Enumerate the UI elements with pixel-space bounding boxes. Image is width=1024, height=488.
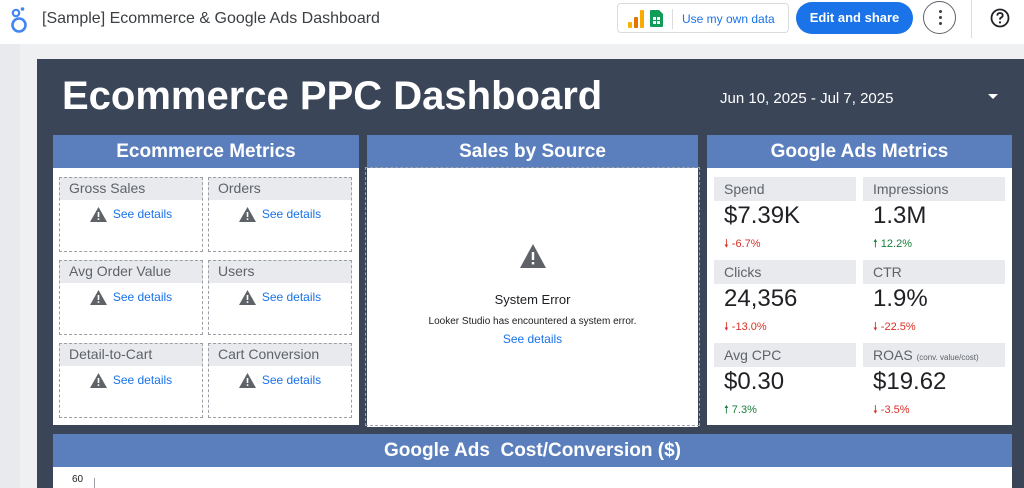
arrow-up-icon: 🠕 — [724, 404, 729, 416]
more-vert-icon — [939, 16, 942, 19]
looker-studio-logo-icon[interactable] — [8, 6, 30, 34]
scorecard-delta: 🠗 -3.5% — [873, 404, 910, 416]
warning-icon — [89, 207, 107, 223]
scorecard-label: CTR — [863, 260, 1005, 284]
sales-by-source-title: Sales by Source — [367, 135, 698, 168]
warning-icon — [238, 290, 256, 306]
see-details-link[interactable]: See details — [113, 207, 172, 221]
see-details-link[interactable]: See details — [262, 373, 321, 387]
use-own-data-label[interactable]: Use my own data — [682, 12, 775, 26]
detail-to-cart-scorecard[interactable]: Detail-to-Cart See details — [59, 343, 203, 418]
see-details-link[interactable]: See details — [262, 207, 321, 221]
warning-icon — [238, 373, 256, 389]
error-message: Looker Studio has encountered a system e… — [428, 316, 637, 327]
cost-per-conversion-panel: Google Ads Cost/Conversion ($) — [53, 434, 1012, 488]
warning-icon — [89, 290, 107, 306]
ecommerce-metrics-title: Ecommerce Metrics — [53, 135, 359, 168]
users-scorecard[interactable]: Users See details — [208, 260, 352, 335]
more-vert-icon — [939, 10, 942, 13]
header-divider — [971, 0, 972, 38]
see-details-link[interactable]: See details — [113, 373, 172, 387]
gross-sales-scorecard[interactable]: Gross Sales See details — [59, 177, 203, 252]
scorecard-value: $19.62 — [873, 368, 947, 395]
cart-conversion-scorecard[interactable]: Cart Conversion See details — [208, 343, 352, 418]
roas-note: (conv. value/cost) — [916, 353, 979, 362]
scorecard-value: 1.9% — [873, 285, 928, 312]
use-own-data-button[interactable]: Use my own data — [617, 3, 789, 33]
bar-chart-icon — [628, 10, 644, 28]
warning-icon — [89, 373, 107, 389]
warning-icon — [520, 244, 546, 268]
error-title: System Error — [494, 292, 571, 307]
avg-order-value-scorecard[interactable]: Avg Order Value See details — [59, 260, 203, 335]
scorecard-label: ROAS (conv. value/cost) — [863, 343, 1005, 367]
google-ads-metrics-title: Google Ads Metrics — [707, 135, 1012, 168]
scorecard-label: Spend — [714, 177, 856, 201]
scorecard-value: 1.3M — [873, 202, 927, 229]
see-details-link[interactable]: See details — [113, 290, 172, 304]
scorecard-label: Clicks — [714, 260, 856, 284]
page-title: Ecommerce PPC Dashboard — [62, 74, 603, 118]
y-axis-line — [94, 478, 95, 488]
scorecard-delta: 🠕 12.2% — [873, 238, 912, 250]
arrow-up-icon: 🠕 — [873, 238, 878, 250]
date-range-control[interactable]: Jun 10, 2025 - Jul 7, 2025 — [720, 90, 893, 107]
scorecard-delta: 🠕 7.3% — [724, 404, 757, 416]
left-rail — [0, 44, 20, 488]
scorecard-label: Avg CPC — [714, 343, 856, 367]
roas-label: ROAS — [873, 347, 913, 363]
arrow-down-icon: 🠗 — [724, 321, 729, 333]
scorecard-value: 24,356 — [724, 285, 798, 312]
scorecard-delta: 🠗 -22.5% — [873, 321, 916, 333]
y-axis-tick-label: 60 — [72, 474, 84, 485]
report-name[interactable]: [Sample] Ecommerce & Google Ads Dashboar… — [42, 10, 380, 28]
see-details-link[interactable]: See details — [367, 332, 698, 346]
scorecard-value: $7.39K — [724, 202, 801, 229]
arrow-down-icon: 🠗 — [873, 404, 878, 416]
see-details-link[interactable]: See details — [262, 290, 321, 304]
scorecard-label: Impressions — [863, 177, 1005, 201]
cost-per-conversion-title: Google Ads Cost/Conversion ($) — [53, 434, 1012, 467]
orders-scorecard[interactable]: Orders See details — [208, 177, 352, 252]
app-header: [Sample] Ecommerce & Google Ads Dashboar… — [0, 0, 1024, 44]
more-options-button[interactable] — [923, 1, 956, 34]
more-vert-icon — [939, 22, 942, 25]
chip-divider — [672, 9, 673, 29]
arrow-down-icon: 🠗 — [724, 238, 729, 250]
warning-icon — [238, 207, 256, 223]
help-icon[interactable] — [990, 8, 1010, 28]
edit-and-share-button[interactable]: Edit and share — [796, 2, 913, 34]
chevron-down-icon[interactable] — [988, 94, 998, 99]
scorecard-delta: 🠗 -6.7% — [724, 238, 761, 250]
scorecard-value: $0.30 — [724, 368, 785, 395]
arrow-down-icon: 🠗 — [873, 321, 878, 333]
scorecard-delta: 🠗 -13.0% — [724, 321, 767, 333]
sheets-icon — [650, 10, 663, 27]
